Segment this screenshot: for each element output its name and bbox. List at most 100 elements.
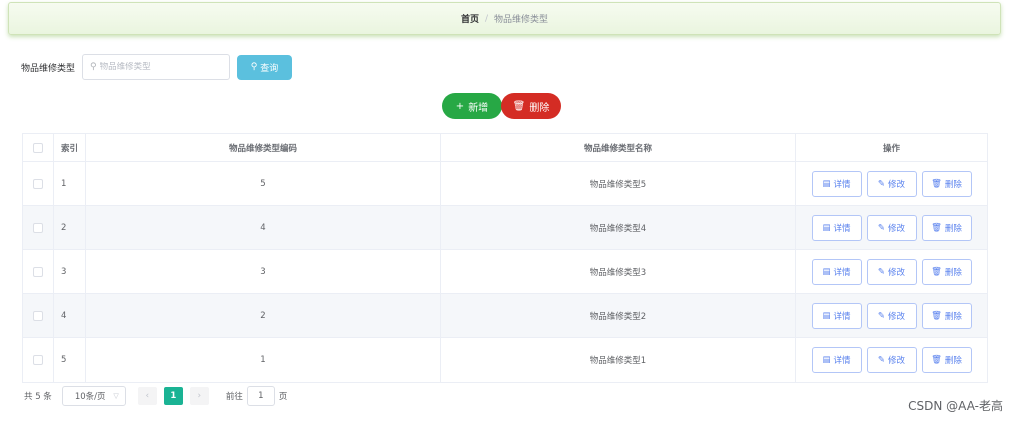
row-actions: ▤ 详情 ✎ 修改 🗑 删除 <box>796 338 987 382</box>
trash-icon: 🗑 <box>931 266 942 277</box>
page-size-select[interactable]: 10条/页 ▽ <box>61 386 126 406</box>
goto-prefix: 前往 <box>225 392 243 402</box>
select-all-checkbox[interactable] <box>33 142 43 153</box>
row-checkbox[interactable] <box>33 355 43 365</box>
edit-button[interactable]: ✎ 修改 <box>866 170 917 197</box>
trash-icon: 🗑 <box>512 100 526 112</box>
page-size-value: 10条/页 <box>74 392 106 402</box>
breadcrumb-home[interactable]: 首页 <box>461 12 479 25</box>
row-name: 物品维修类型3 <box>441 250 796 293</box>
detail-button[interactable]: ▤ 详情 <box>811 170 862 197</box>
edit-button-label: 修改 <box>888 223 906 234</box>
detail-button[interactable]: ▤ 详情 <box>811 214 862 241</box>
row-actions: ▤ 详情 ✎ 修改 🗑 删除 <box>796 250 987 293</box>
delete-button[interactable]: 🗑 删除 <box>921 302 972 329</box>
search-field[interactable]: ⚲ <box>82 54 231 80</box>
search-button[interactable]: ⚲ 查询 <box>237 54 293 80</box>
document-icon: ▤ <box>822 222 831 233</box>
document-icon: ▤ <box>822 266 831 277</box>
delete-button-label: 删除 <box>944 311 962 322</box>
goto-suffix: 页 <box>278 392 288 402</box>
breadcrumb-separator: / <box>484 13 489 24</box>
delete-button-label: 删除 <box>944 267 962 278</box>
row-code: 4 <box>86 206 441 249</box>
detail-button-label: 详情 <box>833 311 851 322</box>
next-page-button[interactable]: › <box>189 387 209 405</box>
pagination-total: 共 5 条 <box>24 392 52 402</box>
trash-icon: 🗑 <box>931 355 942 365</box>
row-checkbox[interactable] <box>33 178 43 189</box>
row-checkbox-cell <box>23 250 54 293</box>
delete-button-label: 删除 <box>944 179 962 190</box>
detail-button[interactable]: ▤ 详情 <box>811 302 862 329</box>
detail-button[interactable]: ▤ 详情 <box>811 258 862 285</box>
edit-button[interactable]: ✎ 修改 <box>866 302 917 329</box>
document-icon: ▤ <box>822 178 831 189</box>
row-index: 1 <box>54 162 86 205</box>
edit-button-label: 修改 <box>888 356 906 366</box>
add-button[interactable]: + 新增 <box>442 93 502 119</box>
row-code: 2 <box>86 294 441 337</box>
search-button-label: 查询 <box>260 63 279 74</box>
row-name: 物品维修类型4 <box>441 206 796 249</box>
table-header: 索引 物品维修类型编码 物品维修类型名称 操作 <box>23 134 987 162</box>
row-name: 物品维修类型1 <box>441 338 796 382</box>
row-checkbox[interactable] <box>33 266 43 277</box>
header-index: 索引 <box>54 134 86 161</box>
edit-button-label: 修改 <box>888 179 906 190</box>
edit-button-label: 修改 <box>888 267 906 278</box>
document-icon: ▤ <box>822 310 831 321</box>
pencil-icon: ✎ <box>877 178 886 189</box>
edit-button[interactable]: ✎ 修改 <box>866 258 917 285</box>
row-actions: ▤ 详情 ✎ 修改 🗑 删除 <box>796 206 987 249</box>
row-checkbox[interactable] <box>33 222 43 233</box>
delete-button[interactable]: 🗑 删除 <box>921 258 972 285</box>
edit-button[interactable]: ✎ 修改 <box>866 214 917 241</box>
header-name: 物品维修类型名称 <box>441 134 796 161</box>
detail-button[interactable]: ▤ 详情 <box>811 347 862 373</box>
delete-button[interactable]: 🗑 删除 <box>921 214 972 241</box>
add-button-label: 新增 <box>468 102 489 114</box>
pencil-icon: ✎ <box>877 355 886 365</box>
chevron-down-icon: ▽ <box>113 392 119 400</box>
search-label: 物品维修类型 <box>21 63 76 74</box>
delete-button[interactable]: 🗑 删除 <box>921 347 972 373</box>
goto-page-input[interactable]: 1 <box>246 386 275 406</box>
table-row: 3 3 物品维修类型3 ▤ 详情 ✎ 修改 🗑 删除 <box>23 250 987 294</box>
trash-icon: 🗑 <box>931 310 942 321</box>
table-row: 4 2 物品维修类型2 ▤ 详情 ✎ 修改 🗑 删除 <box>23 294 987 338</box>
search-icon: ⚲ <box>90 62 97 72</box>
breadcrumb: 首页 / 物品维修类型 <box>8 2 1001 35</box>
data-table: 索引 物品维修类型编码 物品维修类型名称 操作 1 5 物品维修类型5 ▤ 详情 … <box>22 133 988 383</box>
detail-button-label: 详情 <box>833 179 851 190</box>
prev-page-button[interactable]: ‹ <box>137 387 157 405</box>
trash-icon: 🗑 <box>931 222 942 233</box>
table-row: 1 5 物品维修类型5 ▤ 详情 ✎ 修改 🗑 删除 <box>23 162 987 206</box>
row-actions: ▤ 详情 ✎ 修改 🗑 删除 <box>796 162 987 205</box>
breadcrumb-current: 物品维修类型 <box>494 15 549 25</box>
plus-icon: + <box>455 100 465 112</box>
watermark: CSDN @AA-老高 <box>908 399 1003 413</box>
header-checkbox-cell <box>23 134 54 161</box>
row-index: 4 <box>54 294 86 337</box>
page-number-active[interactable]: 1 <box>163 387 183 405</box>
edit-button[interactable]: ✎ 修改 <box>866 347 917 373</box>
search-icon: ⚲ <box>250 62 258 72</box>
row-checkbox-cell <box>23 162 54 205</box>
delete-button-label: 删除 <box>944 356 962 366</box>
table-row: 5 1 物品维修类型1 ▤ 详情 ✎ 修改 🗑 删除 <box>23 338 987 382</box>
row-checkbox-cell <box>23 338 54 382</box>
pencil-icon: ✎ <box>877 310 886 321</box>
search-input[interactable] <box>99 62 220 72</box>
chevron-left-icon: ‹ <box>145 391 150 401</box>
row-checkbox[interactable] <box>33 310 43 321</box>
bulk-delete-button[interactable]: 🗑 删除 <box>501 93 561 119</box>
pagination: 共 5 条 10条/页 ▽ ‹ 1 › 前往 1 页 <box>24 386 287 406</box>
row-code: 1 <box>86 338 441 382</box>
row-index: 3 <box>54 250 86 293</box>
table-row: 2 4 物品维修类型4 ▤ 详情 ✎ 修改 🗑 删除 <box>23 206 987 250</box>
toolbar: + 新增 🗑 删除 <box>442 93 561 119</box>
detail-button-label: 详情 <box>833 356 851 366</box>
detail-button-label: 详情 <box>833 267 851 278</box>
delete-button[interactable]: 🗑 删除 <box>921 170 972 197</box>
